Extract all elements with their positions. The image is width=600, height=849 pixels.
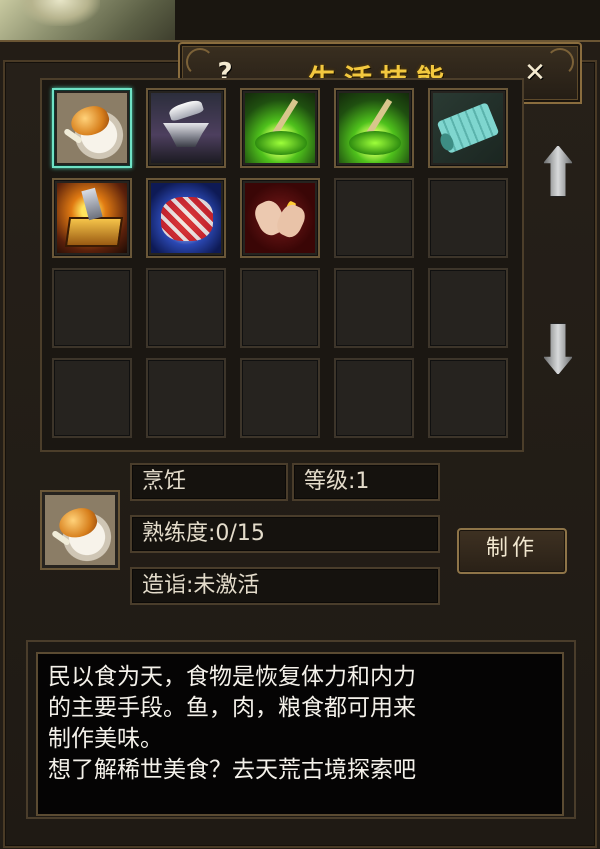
make-button[interactable]: 制作 — [457, 528, 567, 574]
skill-slot-alchemy[interactable] — [240, 88, 320, 168]
skill-slot-sewing[interactable] — [240, 178, 320, 258]
herb-cauldron-icon — [245, 93, 315, 163]
empty-skill-slot[interactable] — [240, 268, 320, 348]
scroll-icon — [433, 93, 503, 163]
cloth-icon — [151, 183, 221, 253]
empty-skill-slot[interactable] — [146, 358, 226, 438]
gold-box-icon — [57, 183, 127, 253]
description-text: 民以食为天，食物是恢复体力和内力 的主要手段。鱼，肉，粮食都可用来 制作美味。 … — [48, 664, 416, 783]
scroll-down-button[interactable] — [537, 318, 577, 378]
roast-chicken-icon — [57, 93, 127, 163]
anvil-hammer-icon — [151, 93, 221, 163]
arrow-down-icon — [543, 323, 573, 375]
empty-skill-slot[interactable] — [52, 358, 132, 438]
roast-chicken-icon — [45, 495, 115, 565]
selected-skill-slot — [40, 490, 120, 570]
proficiency-field: 熟练度:0/15 — [130, 515, 440, 553]
empty-skill-slot[interactable] — [334, 268, 414, 348]
sewing-hands-icon — [245, 183, 315, 253]
skill-slot-gold-forging[interactable] — [52, 178, 132, 258]
skill-slot-alchemy-2[interactable] — [334, 88, 414, 168]
arrow-up-icon — [543, 145, 573, 197]
empty-skill-slot[interactable] — [146, 268, 226, 348]
empty-skill-slot[interactable] — [52, 268, 132, 348]
empty-skill-slot[interactable] — [428, 268, 508, 348]
empty-skill-slot[interactable] — [428, 178, 508, 258]
attainment-field: 造诣:未激活 — [130, 567, 440, 605]
skill-slot-smithing[interactable] — [146, 88, 226, 168]
empty-skill-slot[interactable] — [334, 358, 414, 438]
skill-name-field: 烹饪 — [130, 463, 288, 501]
skill-slot-cooking[interactable] — [52, 88, 132, 168]
skill-level-field: 等级:1 — [292, 463, 440, 501]
skill-slot-tailoring[interactable] — [146, 178, 226, 258]
herb-cauldron-icon — [339, 93, 409, 163]
empty-skill-slot[interactable] — [240, 358, 320, 438]
empty-skill-slot[interactable] — [334, 178, 414, 258]
description-box: 民以食为天，食物是恢复体力和内力 的主要手段。鱼，肉，粮食都可用来 制作美味。 … — [36, 652, 564, 816]
skill-grid — [40, 78, 524, 452]
skill-slot-scroll[interactable] — [428, 88, 508, 168]
empty-skill-slot[interactable] — [428, 358, 508, 438]
scroll-up-button[interactable] — [537, 140, 577, 200]
